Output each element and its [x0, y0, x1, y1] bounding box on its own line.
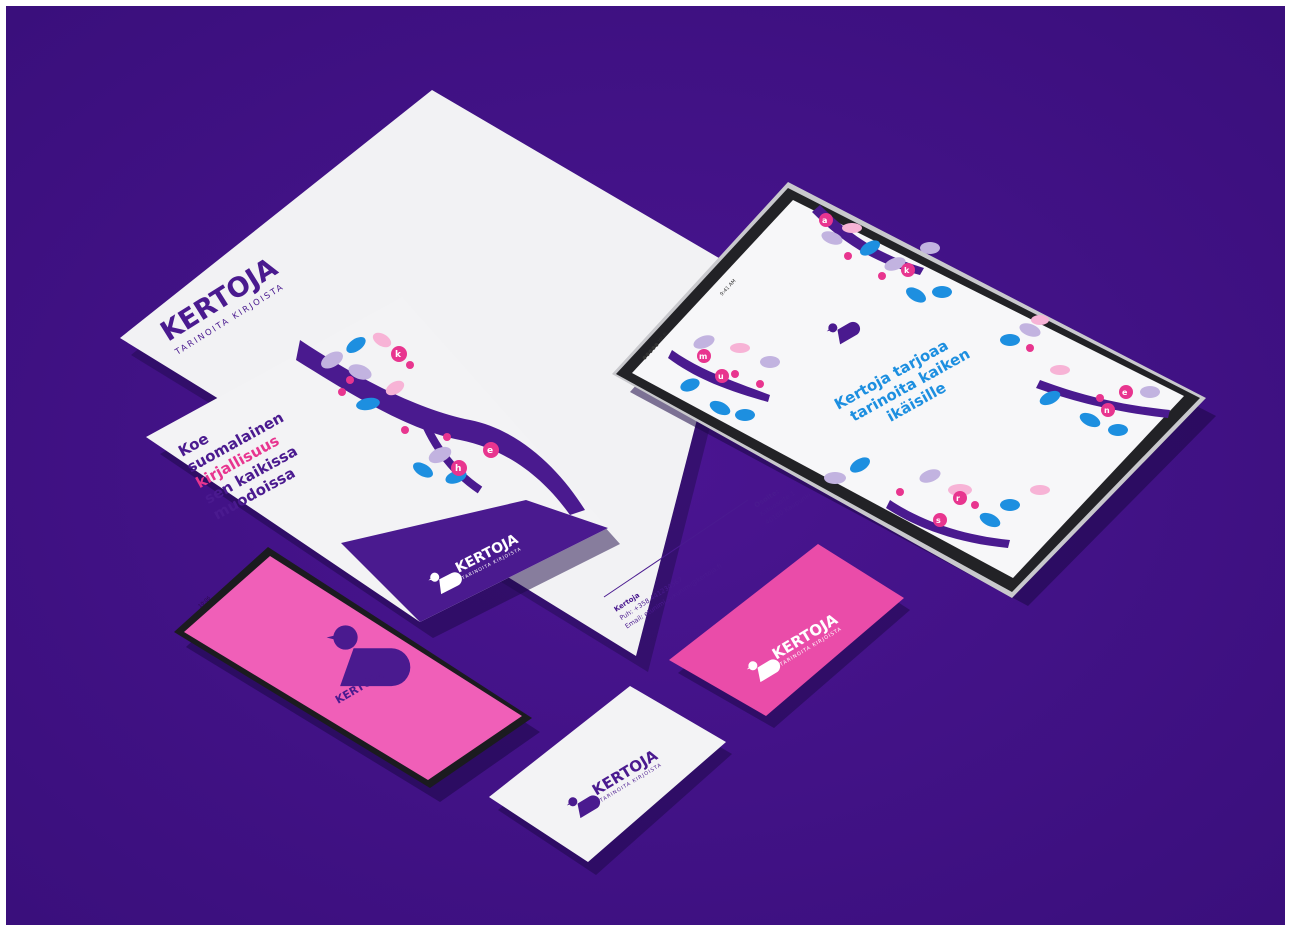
tablet-letter-e: e — [1122, 388, 1128, 397]
tablet-letter-s: s — [936, 516, 941, 525]
tablet-letter-r: r — [956, 494, 960, 503]
flyer-letter-k: k — [395, 350, 402, 360]
tablet-letter-k: k — [904, 266, 910, 275]
flyer-letter-e: e — [487, 446, 493, 456]
tablet-letter-n: n — [1104, 406, 1110, 415]
tablet-letter-a: a — [822, 216, 827, 225]
flyer-letter-h: h — [455, 464, 461, 474]
stationery-mockup-scene: KERTOJA TARINOITA KIRJOISTA Kertoja Puh:… — [6, 6, 1285, 925]
tablet-letter-m: m — [699, 352, 707, 361]
tablet-letter-u: u — [718, 372, 724, 381]
